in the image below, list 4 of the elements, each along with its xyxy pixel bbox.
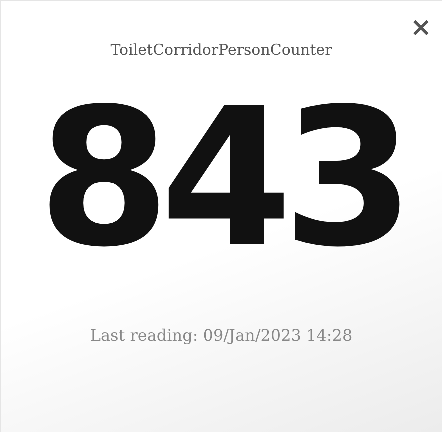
last-reading: Last reading: 09/Jan/2023 14:28 <box>90 324 353 346</box>
counter-title: ToiletCorridorPersonCounter <box>110 40 332 61</box>
counter-value: 843 <box>38 84 405 274</box>
close-button[interactable]: × <box>410 15 432 41</box>
